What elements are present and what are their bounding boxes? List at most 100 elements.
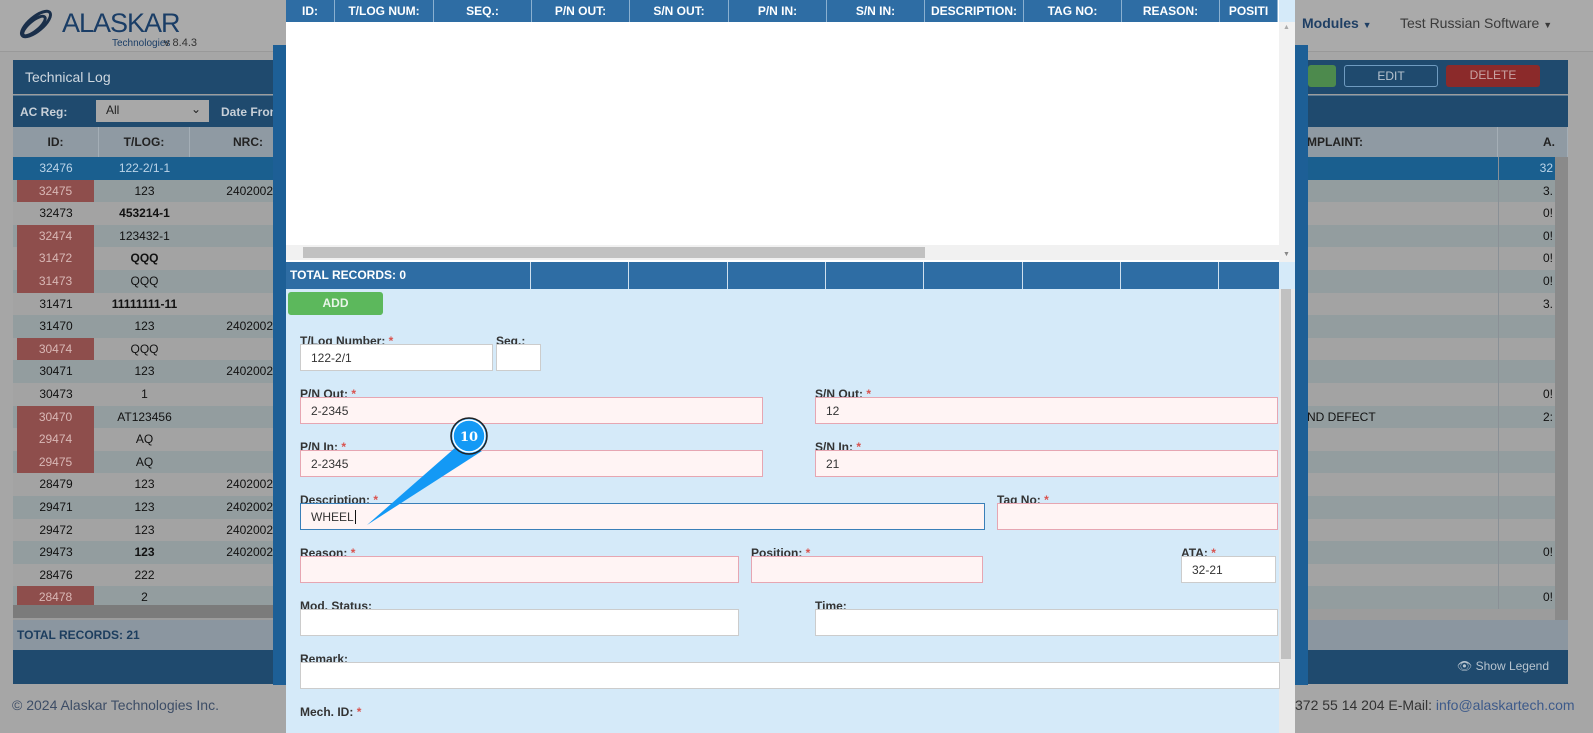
cell-nrc: 2402002 — [226, 545, 273, 560]
cell-a — [1498, 473, 1555, 496]
cell-tlog: 1 — [141, 387, 148, 401]
cell-tlog: 453214-1 — [119, 206, 170, 221]
cell-tlog: 222 — [134, 567, 155, 582]
grid-col-header[interactable]: P/N OUT: — [532, 0, 630, 22]
grid-col-header[interactable]: REASON: — [1122, 0, 1220, 22]
cell-nrc: 2402002 — [226, 522, 273, 537]
cell-a — [1498, 360, 1555, 383]
tag-input[interactable] — [997, 503, 1278, 530]
cell-tlog: 123 — [134, 500, 155, 514]
col-a[interactable]: A. — [1498, 127, 1568, 157]
cell-complaint — [1307, 338, 1498, 361]
cell-a: 3. — [1498, 292, 1555, 316]
email-link[interactable]: info@alaskartech.com — [1436, 697, 1575, 713]
cell-a — [1498, 496, 1555, 519]
ac-reg-value: All — [106, 103, 120, 117]
date-from-label: Date From — [221, 105, 281, 119]
cell-nrc — [190, 202, 273, 225]
modal-scrollbar[interactable] — [1279, 289, 1295, 733]
cell-complaint — [1307, 564, 1498, 587]
chevron-down-icon: ⌄ — [190, 102, 201, 116]
time-input[interactable] — [815, 609, 1278, 636]
col-nrc[interactable]: NRC: — [190, 127, 280, 157]
text-cursor — [354, 510, 356, 524]
cell-id: 32474 — [17, 224, 94, 248]
ac-reg-label: AC Reg: — [20, 105, 68, 119]
cell-a: 0! — [1498, 224, 1555, 248]
grid-total-records: TOTAL RECORDS: 0 — [286, 262, 1279, 289]
cell-complaint — [1307, 225, 1498, 248]
cell-a — [1498, 337, 1555, 361]
eye-icon: 👁 — [1457, 659, 1473, 673]
pn-out-input[interactable]: 2-2345 — [300, 397, 763, 424]
ata-input[interactable]: 32-21 — [1181, 556, 1276, 583]
cell-a: 0! — [1498, 383, 1555, 406]
nav-user-label: Test Russian Software — [1400, 15, 1540, 31]
cell-a: 3. — [1498, 179, 1555, 203]
brand-sub: Technologies — [112, 38, 171, 49]
seq-input[interactable] — [496, 344, 541, 371]
cell-a: 0! — [1498, 202, 1555, 225]
col-id[interactable]: ID: — [13, 127, 99, 157]
cell-tlog: 123 — [134, 545, 155, 560]
grid-col-header[interactable]: S/N IN: — [827, 0, 925, 22]
mod-input[interactable] — [300, 609, 739, 636]
cell-nrc — [190, 383, 273, 406]
add-button-bg[interactable] — [1308, 65, 1336, 87]
table-vertical-scrollbar[interactable] — [1555, 157, 1568, 620]
cell-complaint — [1307, 496, 1498, 519]
cell-complaint — [1307, 247, 1498, 270]
sn-out-input[interactable]: 12 — [815, 397, 1278, 424]
grid-col-header[interactable]: POSITI — [1220, 0, 1278, 22]
cell-nrc — [190, 564, 273, 587]
delete-button[interactable]: DELETE — [1446, 65, 1540, 87]
grid-col-header[interactable]: S/N OUT: — [630, 0, 729, 22]
sn-in-input[interactable]: 21 — [815, 450, 1278, 477]
cell-nrc: 2402002 — [226, 319, 273, 334]
pn-out-value: 2-2345 — [311, 404, 349, 418]
cell-tlog: QQQ — [130, 274, 159, 288]
grid-vertical-scrollbar[interactable]: ▲ ▼ — [1279, 22, 1295, 262]
cell-a: 2: — [1498, 405, 1555, 429]
grid-col-header[interactable]: T/LOG NUM: — [335, 0, 434, 22]
cell-id: 29475 — [17, 450, 94, 474]
grid-col-header[interactable]: ID: — [286, 0, 335, 22]
position-input[interactable] — [751, 556, 983, 583]
cell-complaint — [1307, 383, 1498, 406]
reason-input[interactable] — [300, 556, 739, 583]
cell-tlog: AQ — [135, 432, 154, 447]
nav-modules[interactable]: Modules ▼ — [1302, 15, 1372, 31]
contact-info: 372 55 14 204 E-Mail: info@alaskartech.c… — [1295, 697, 1575, 713]
add-button[interactable]: ADD — [288, 292, 383, 315]
grid-col-header[interactable]: SEQ.: — [434, 0, 532, 22]
grid-col-header[interactable]: DESCRIPTION: — [925, 0, 1024, 22]
remark-input[interactable] — [300, 662, 1280, 689]
show-legend-button[interactable]: 👁 Show Legend — [1457, 659, 1549, 673]
cell-complaint — [1307, 180, 1498, 203]
tlog-input[interactable]: 122-2/1 — [300, 344, 493, 371]
table-horizontal-scrollbar[interactable] — [13, 605, 273, 618]
cell-tlog: 123 — [134, 364, 155, 379]
cell-id: 31471 — [39, 296, 73, 311]
cell-complaint — [1307, 428, 1498, 451]
grid-col-header[interactable]: TAG NO: — [1024, 0, 1122, 22]
cell-nrc — [190, 428, 273, 451]
col-tlog[interactable]: T/LOG: — [99, 127, 190, 157]
grid-col-header[interactable]: P/N IN: — [729, 0, 827, 22]
cell-a: 0! — [1498, 247, 1555, 270]
cell-tlog: 123 — [134, 319, 155, 334]
grid-scroll-thumb[interactable] — [303, 247, 925, 258]
ac-reg-select[interactable]: All ⌄ — [96, 100, 209, 122]
cell-a — [1498, 518, 1555, 542]
copyright: © 2024 Alaskar Technologies Inc. — [12, 697, 219, 713]
caret-down-icon: ▼ — [1362, 20, 1372, 30]
cell-tlog: 123 — [134, 522, 155, 537]
pn-in-input[interactable]: 2-2345 — [300, 450, 763, 477]
cell-id: 29473 — [39, 545, 73, 560]
col-complaint[interactable]: MPLAINT: — [1300, 127, 1498, 157]
desc-input[interactable]: WHEEL — [300, 503, 985, 530]
cell-a: 32 — [1498, 157, 1555, 180]
cell-id: 32475 — [17, 179, 94, 203]
nav-user[interactable]: Test Russian Software ▼ — [1400, 15, 1552, 31]
edit-button[interactable]: EDIT — [1344, 65, 1438, 87]
